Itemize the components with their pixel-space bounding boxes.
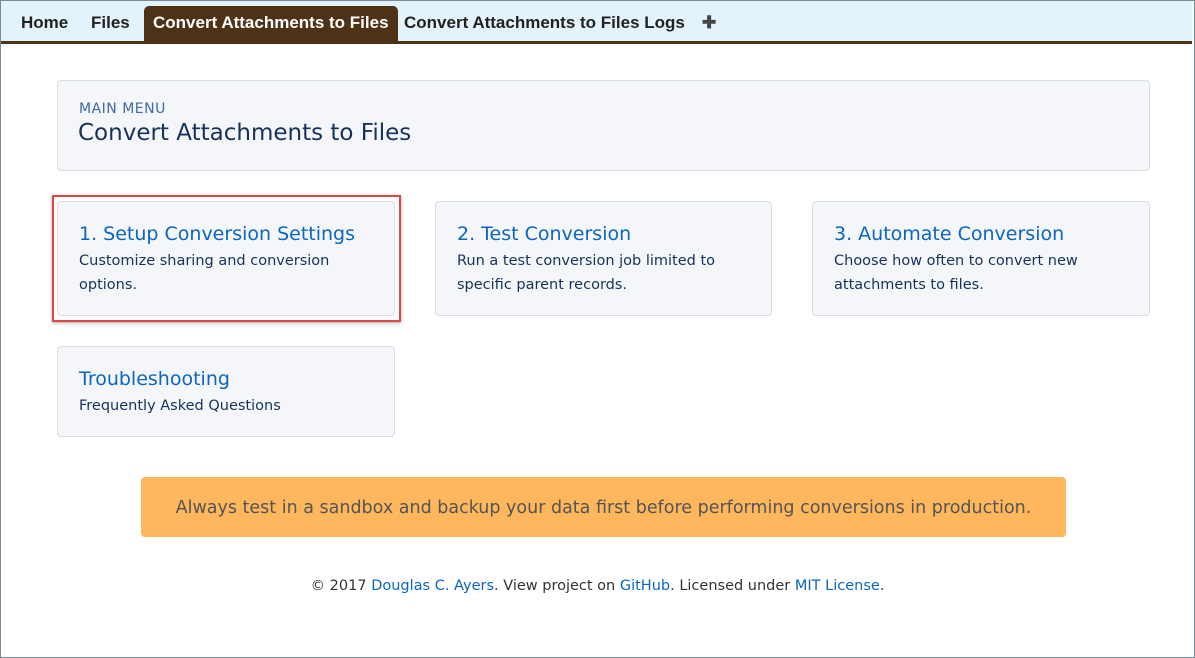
tile-test-conversion[interactable]: 2. Test Conversion Run a test conversion… [435, 201, 772, 316]
page-title: Convert Attachments to Files [78, 120, 412, 146]
author-link[interactable]: Douglas C. Ayers [371, 578, 494, 594]
page-header: MAIN MENU Convert Attachments to Files [57, 80, 1150, 171]
warning-banner: Always test in a sandbox and backup your… [141, 477, 1066, 537]
tile-description: Choose how often to convert new attachme… [834, 253, 1078, 293]
tile-setup-conversion-settings[interactable]: 1. Setup Conversion Settings Customize s… [57, 201, 395, 316]
footer-text: . View project on [494, 578, 620, 594]
tile-title-link[interactable]: 3. Automate Conversion [834, 223, 1064, 245]
tab-files[interactable]: Files [91, 1, 130, 41]
tile-title-link[interactable]: 1. Setup Conversion Settings [79, 223, 355, 245]
tile-title-link[interactable]: Troubleshooting [79, 368, 230, 390]
tile-troubleshooting[interactable]: Troubleshooting Frequently Asked Questio… [57, 346, 395, 437]
footer-text: . Licensed under [670, 578, 795, 594]
tab-home[interactable]: Home [21, 1, 68, 41]
footer: © 2017 Douglas C. Ayers. View project on… [0, 578, 1195, 594]
tile-description: Frequently Asked Questions [79, 398, 281, 414]
tile-description: Run a test conversion job limited to spe… [457, 253, 716, 293]
tab-bar: Home Files Convert Attachments to Files … [1, 1, 1192, 44]
page-eyebrow: MAIN MENU [79, 101, 166, 117]
tile-title-link[interactable]: 2. Test Conversion [457, 223, 631, 245]
tab-convert-attachments-to-files[interactable]: Convert Attachments to Files [144, 6, 398, 41]
tab-convert-attachments-to-files-logs[interactable]: Convert Attachments to Files Logs [404, 1, 685, 41]
github-link[interactable]: GitHub [620, 578, 670, 594]
tile-automate-conversion[interactable]: 3. Automate Conversion Choose how often … [812, 201, 1150, 316]
footer-text: . [879, 578, 885, 594]
tile-description: Customize sharing and conversion options… [79, 253, 330, 293]
plus-icon[interactable]: ✚ [702, 1, 716, 41]
license-link[interactable]: MIT License [795, 578, 880, 594]
footer-copyright: © 2017 [310, 578, 372, 594]
